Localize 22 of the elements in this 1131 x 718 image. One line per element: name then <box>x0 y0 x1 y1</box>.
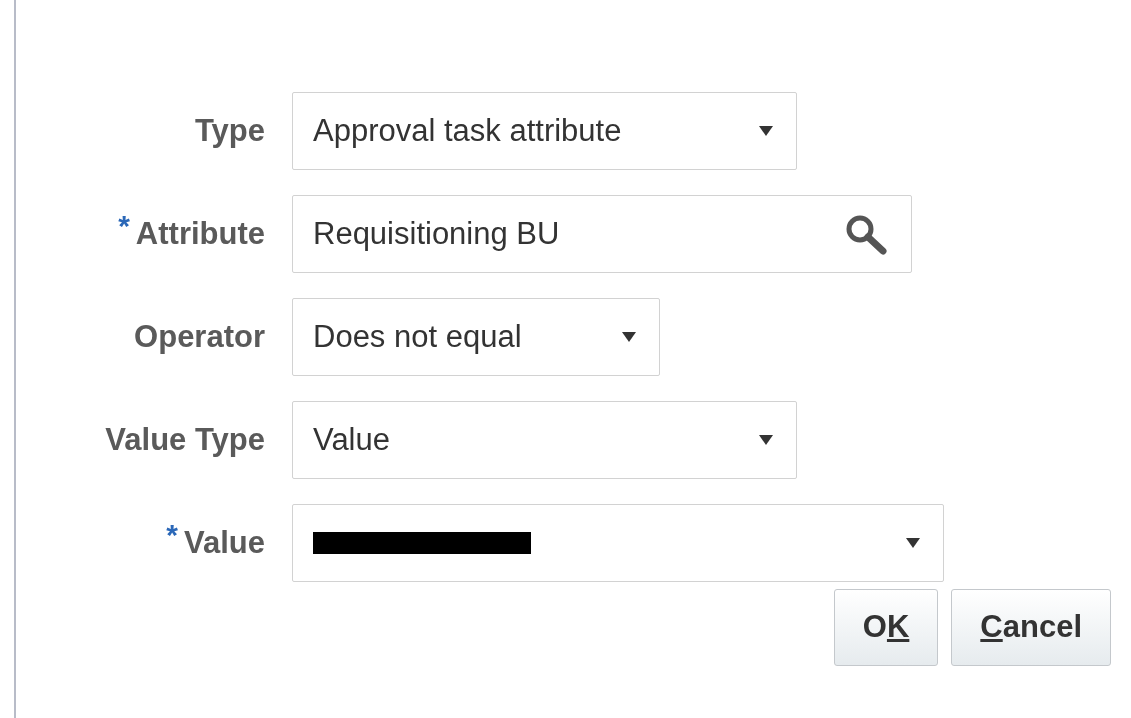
required-mark: * <box>118 210 130 241</box>
field-value: Approval task attribute <box>313 111 622 150</box>
cancel-button[interactable]: Cancel <box>951 589 1111 666</box>
field-value: Does not equal <box>313 317 522 356</box>
select-field[interactable]: Value <box>292 401 797 479</box>
ok-button[interactable]: OK <box>833 589 939 666</box>
caret-icon <box>621 331 637 343</box>
select-field[interactable]: Approval task attribute <box>292 92 797 170</box>
field-label: Attribute <box>135 214 265 253</box>
field-label: Type <box>194 111 265 150</box>
caret-icon <box>758 434 774 446</box>
field-label: Value <box>184 523 265 562</box>
lookup-field[interactable]: Requisitioning BU <box>292 195 912 273</box>
field-value: Value <box>313 420 391 459</box>
select-field[interactable] <box>292 504 944 582</box>
caret-icon <box>758 125 774 137</box>
field-value: Requisitioning BU <box>313 214 560 253</box>
field-label: Value Type <box>105 420 265 459</box>
required-mark: * <box>166 519 178 550</box>
field-label: Operator <box>134 317 265 356</box>
select-field[interactable]: Does not equal <box>292 298 660 376</box>
caret-icon <box>905 537 921 549</box>
